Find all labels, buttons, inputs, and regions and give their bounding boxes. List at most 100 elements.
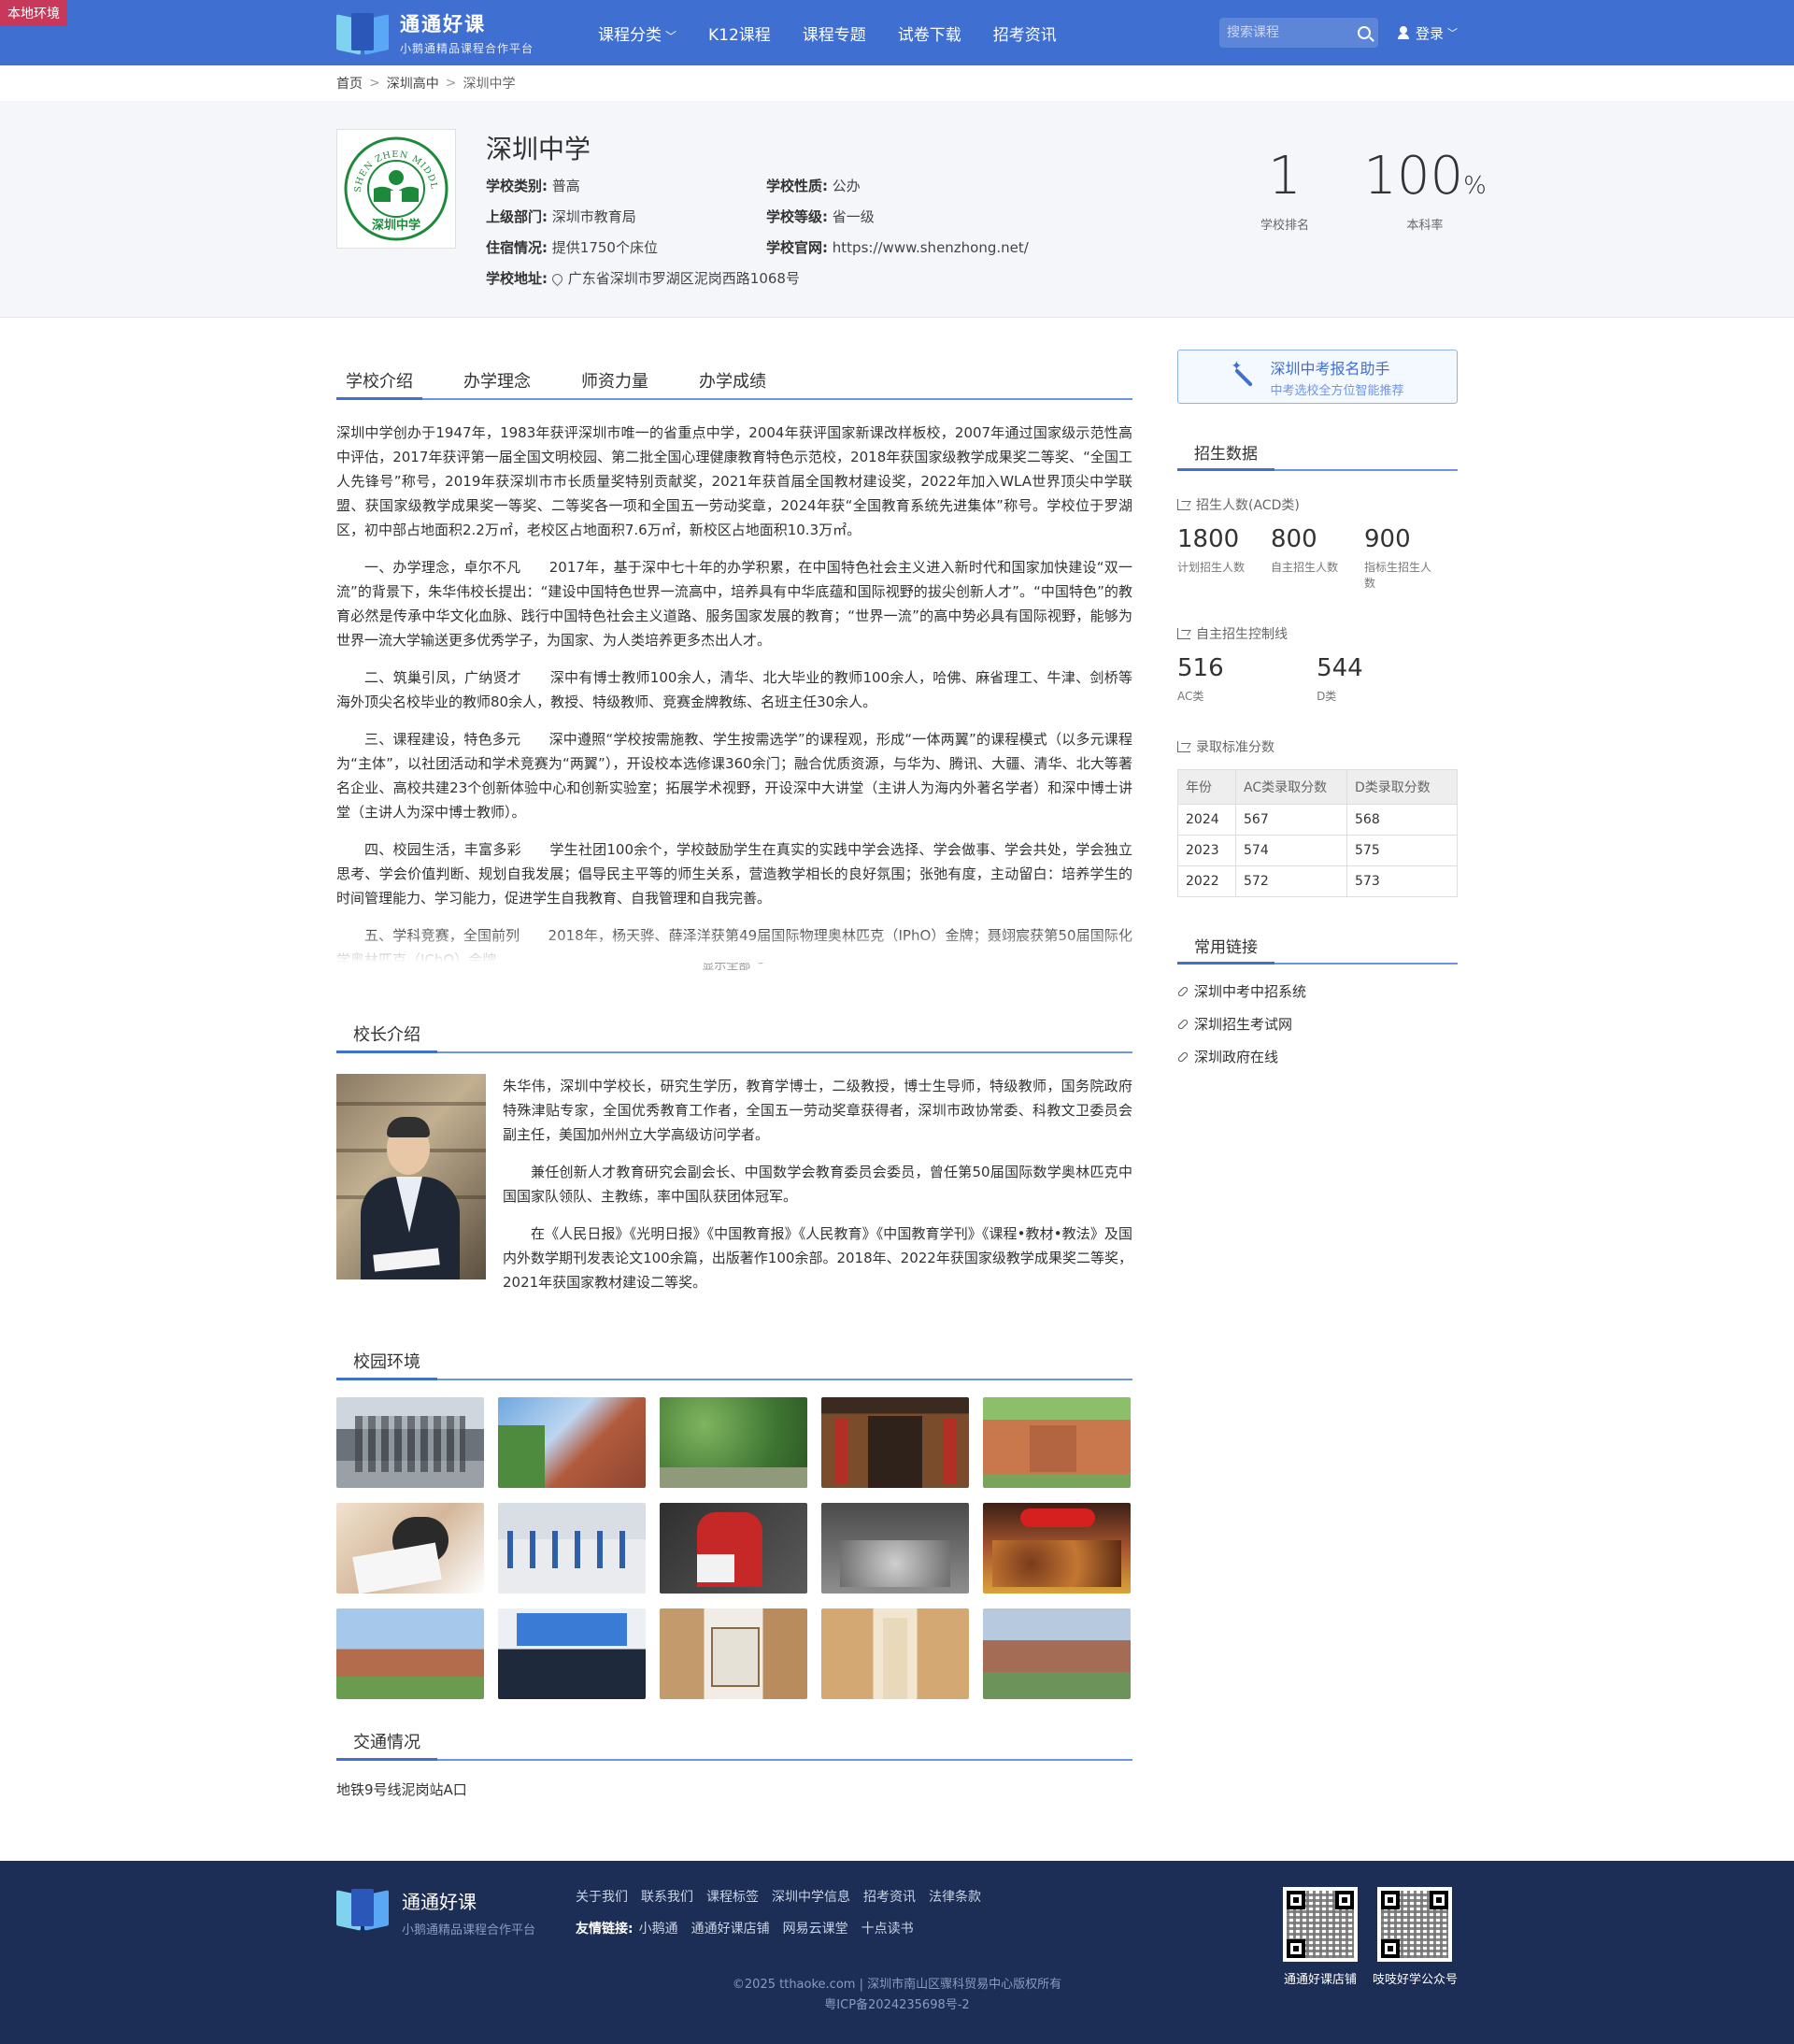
campus-photo[interactable] (498, 1503, 646, 1594)
magic-wand-icon (1231, 359, 1255, 389)
campus-photo[interactable] (498, 1608, 646, 1699)
nav-topics[interactable]: 课程专题 (803, 21, 866, 45)
footer-contact[interactable]: 联系我们 (641, 1887, 693, 1906)
campus-gallery (336, 1397, 1132, 1699)
principal-section-title: 校长介绍 (336, 1020, 1132, 1053)
search-icon[interactable] (1357, 26, 1371, 39)
chart-icon (1177, 628, 1190, 639)
nav-course-category[interactable]: 课程分类 ﹀ (598, 21, 676, 45)
campus-photo[interactable] (821, 1397, 969, 1488)
qr-code-icon (1282, 1887, 1358, 1962)
links-title: 常用链接 (1177, 935, 1458, 965)
campus-photo[interactable] (660, 1397, 807, 1488)
campus-photo[interactable] (983, 1503, 1131, 1594)
tab-achievements[interactable]: 办学成绩 (690, 368, 776, 398)
link-icon (1176, 985, 1189, 997)
brand-name: 通通好课 (400, 13, 486, 36)
school-name: 深圳中学 (486, 134, 591, 164)
school-website[interactable]: https://www.shenzhong.net/ (833, 239, 1029, 256)
campus-photo[interactable] (983, 1397, 1131, 1488)
link-exam-site[interactable]: 深圳招生考试网 (1176, 1014, 1458, 1034)
tab-philosophy[interactable]: 办学理念 (454, 368, 540, 398)
rank-value: 1 (1268, 146, 1302, 207)
school-banner: SHEN ZHEN MIDDLE SCHOOL 深圳中学 深圳中学 学校类别: … (0, 101, 1794, 318)
breadcrumb-category[interactable]: 深圳高中 (387, 74, 439, 93)
breadcrumb-home[interactable]: 首页 (336, 74, 363, 93)
campus-photo[interactable] (660, 1608, 807, 1699)
search-box (1218, 18, 1378, 48)
campus-section-title: 校园环境 (336, 1347, 1132, 1380)
chart-icon (1177, 741, 1190, 752)
footer: 通通好课 小鹅通精品课程合作平台 关于我们 联系我们 课程标签 深圳中学信息 招… (0, 1861, 1794, 2044)
intro-tabs: 学校介绍 办学理念 师资力量 办学成绩 (336, 366, 1132, 400)
search-input[interactable] (1226, 25, 1358, 40)
school-address: 广东省深圳市罗湖区泥岗西路1068号 (567, 270, 800, 287)
enroll-title: 招生数据 (1177, 441, 1458, 471)
footer-news[interactable]: 招考资讯 (863, 1887, 916, 1906)
breadcrumb: 首页 > 深圳高中 > 深圳中学 (336, 74, 516, 93)
principal-intro: 朱华伟，深圳中学校长，研究生学历，教育学博士，二级教授，博士生导师，特级教师，国… (336, 1074, 1132, 1308)
school-department: 深圳市教育局 (551, 208, 636, 225)
footer-tags[interactable]: 课程标签 (706, 1887, 759, 1906)
user-icon (1397, 26, 1410, 39)
breadcrumb-current: 深圳中学 (463, 77, 516, 92)
school-stats: 1 学校排名 100% 本科率 (1215, 148, 1495, 288)
campus-photo[interactable] (336, 1503, 484, 1594)
campus-photo[interactable] (821, 1608, 969, 1699)
nav-news[interactable]: 招考资讯 (993, 21, 1057, 45)
useful-links: 深圳中考中招系统 深圳招生考试网 深圳政府在线 (1176, 981, 1458, 1066)
tab-faculty[interactable]: 师资力量 (572, 368, 658, 398)
campus-photo[interactable] (336, 1608, 484, 1699)
footer-links: 关于我们 联系我们 课程标签 深圳中学信息 招考资讯 法律条款 友情链接: 小鹅… (576, 1887, 1268, 1973)
qr-code-icon (1377, 1887, 1453, 1962)
main-column: 学校介绍 办学理念 师资力量 办学成绩 深圳中学创办于1947年，1983年获评… (336, 350, 1132, 1799)
book-logo-icon (336, 1889, 389, 1931)
book-logo-icon (336, 13, 389, 55)
copyright: ©2025 tthaoke.com | 深圳市南山区骤科贸易中心版权所有 粤IC… (732, 1978, 1062, 2012)
svg-text:深圳中学: 深圳中学 (372, 218, 420, 233)
enroll-counts: 1800 计划招生人数 800 自主招生人数 900 指标生招生人数 (1177, 525, 1432, 590)
site-logo[interactable]: 通通好课 小鹅通精品课程合作平台 (336, 9, 598, 56)
school-logo: SHEN ZHEN MIDDLE SCHOOL 深圳中学 (336, 129, 456, 249)
friend-link[interactable]: 通通好课店铺 (691, 1919, 770, 1937)
principal-photo (336, 1074, 486, 1279)
intro-text: 深圳中学创办于1947年，1983年获评深圳市唯一的省重点中学，2004年获评国… (336, 421, 1132, 963)
env-badge: 本地环境 (0, 0, 67, 26)
main-nav: 课程分类 ﹀ K12课程 课程专题 试卷下载 招考资讯 (598, 21, 1219, 45)
control-lines: 516 AC类 544 D类 (1177, 654, 1363, 703)
traffic-text: 地铁9号线泥岗站A口 (336, 1781, 467, 1798)
school-nature: 公办 (832, 178, 861, 194)
footer-legal[interactable]: 法律条款 (929, 1887, 981, 1906)
footer-school-info[interactable]: 深圳中学信息 (772, 1887, 850, 1906)
friend-link[interactable]: 十点读书 (861, 1919, 914, 1937)
tab-school-intro[interactable]: 学校介绍 (336, 368, 422, 400)
friend-link[interactable]: 网易云课堂 (783, 1919, 848, 1937)
top-header: 通通好课 小鹅通精品课程合作平台 课程分类 ﹀ K12课程 课程专题 试卷下载 招… (0, 0, 1794, 65)
campus-photo[interactable] (983, 1608, 1131, 1699)
school-info-grid: 学校类别: 普高 学校性质: 公办 上级部门: 深圳市教育局 学校等级: 省一级… (486, 178, 1029, 287)
link-zhongkao-system[interactable]: 深圳中考中招系统 (1176, 981, 1458, 1001)
school-type: 普高 (551, 178, 580, 194)
chart-icon (1177, 499, 1190, 510)
footer-about[interactable]: 关于我们 (576, 1887, 628, 1906)
campus-photo[interactable] (498, 1397, 646, 1488)
school-level: 省一级 (832, 208, 875, 225)
login-button[interactable]: 登录 ﹀ (1397, 23, 1458, 43)
chevron-down-icon: ﹀ (1447, 27, 1458, 39)
campus-photo[interactable] (821, 1503, 969, 1594)
table-row: 2023 574 575 (1177, 835, 1458, 866)
exam-helper-button[interactable]: 深圳中考报名助手 中考选校全方位智能推荐 (1177, 350, 1458, 404)
footer-logo[interactable]: 通通好课 小鹅通精品课程合作平台 (336, 1887, 576, 1973)
link-icon (1176, 1051, 1189, 1063)
table-row: 2022 572 573 (1177, 865, 1458, 897)
school-dorm: 提供1750个床位 (551, 239, 658, 256)
campus-photo[interactable] (660, 1503, 807, 1594)
friend-link[interactable]: 小鹅通 (639, 1919, 678, 1937)
traffic-section-title: 交通情况 (336, 1727, 1132, 1761)
nav-papers[interactable]: 试卷下载 (898, 21, 961, 45)
campus-photo[interactable] (336, 1397, 484, 1488)
nav-k12[interactable]: K12课程 (708, 21, 771, 45)
rate-value: 100% (1363, 146, 1487, 207)
qr-codes: 通通好课店铺 吱吱好学公众号 (1268, 1887, 1458, 1987)
link-gov-online[interactable]: 深圳政府在线 (1176, 1047, 1458, 1066)
